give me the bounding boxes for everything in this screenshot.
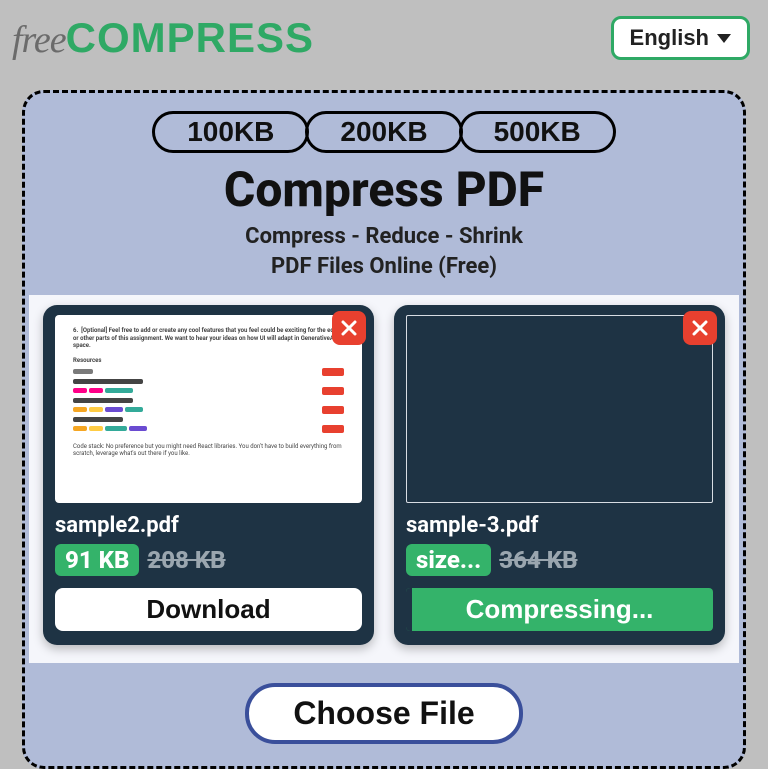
file-size-row: size... 364 KB (406, 544, 713, 576)
remove-file-button[interactable] (332, 311, 366, 345)
remove-file-button[interactable] (683, 311, 717, 345)
page-subtitle: Compress - Reduce - Shrink PDF Files Onl… (33, 222, 735, 281)
file-size-row: 91 KB 208 KB (55, 544, 362, 576)
preset-500kb[interactable]: 500KB (459, 111, 616, 153)
file-thumbnail: 6. [Optional] Feel free to add or create… (55, 315, 362, 503)
file-cards-row: 6. [Optional] Feel free to add or create… (29, 295, 739, 663)
file-name: sample-3.pdf (406, 513, 713, 538)
file-card: sample-3.pdf size... 364 KB Compressing.… (394, 305, 725, 645)
file-card: 6. [Optional] Feel free to add or create… (43, 305, 374, 645)
main-panel: 100KB 200KB 500KB Compress PDF Compress … (22, 90, 746, 769)
original-size: 208 KB (147, 546, 225, 574)
download-button[interactable]: Download (55, 588, 362, 631)
close-icon (341, 320, 357, 336)
choose-file-button[interactable]: Choose File (245, 683, 522, 744)
logo-compress: COMPRESS (66, 14, 314, 61)
logo-free: free (12, 19, 66, 61)
compressed-size-badge: size... (406, 544, 491, 576)
close-icon (692, 320, 708, 336)
subtitle-line-1: Compress - Reduce - Shrink (33, 222, 735, 252)
language-label: English (630, 25, 709, 51)
original-size: 364 KB (499, 546, 577, 574)
preset-200kb[interactable]: 200KB (305, 111, 462, 153)
file-name: sample2.pdf (55, 513, 362, 538)
preset-100kb[interactable]: 100KB (152, 111, 309, 153)
compressing-status-button[interactable]: Compressing... (406, 588, 713, 631)
compressed-size-badge: 91 KB (55, 544, 139, 576)
subtitle-line-2: PDF Files Online (Free) (33, 252, 735, 282)
size-presets: 100KB 200KB 500KB (33, 111, 735, 153)
logo: freeCOMPRESS (12, 14, 314, 62)
header: freeCOMPRESS English (0, 0, 768, 76)
chevron-down-icon (717, 34, 731, 43)
language-selector[interactable]: English (611, 16, 750, 60)
file-thumbnail-empty (406, 315, 713, 503)
page-title: Compress PDF (33, 161, 735, 218)
